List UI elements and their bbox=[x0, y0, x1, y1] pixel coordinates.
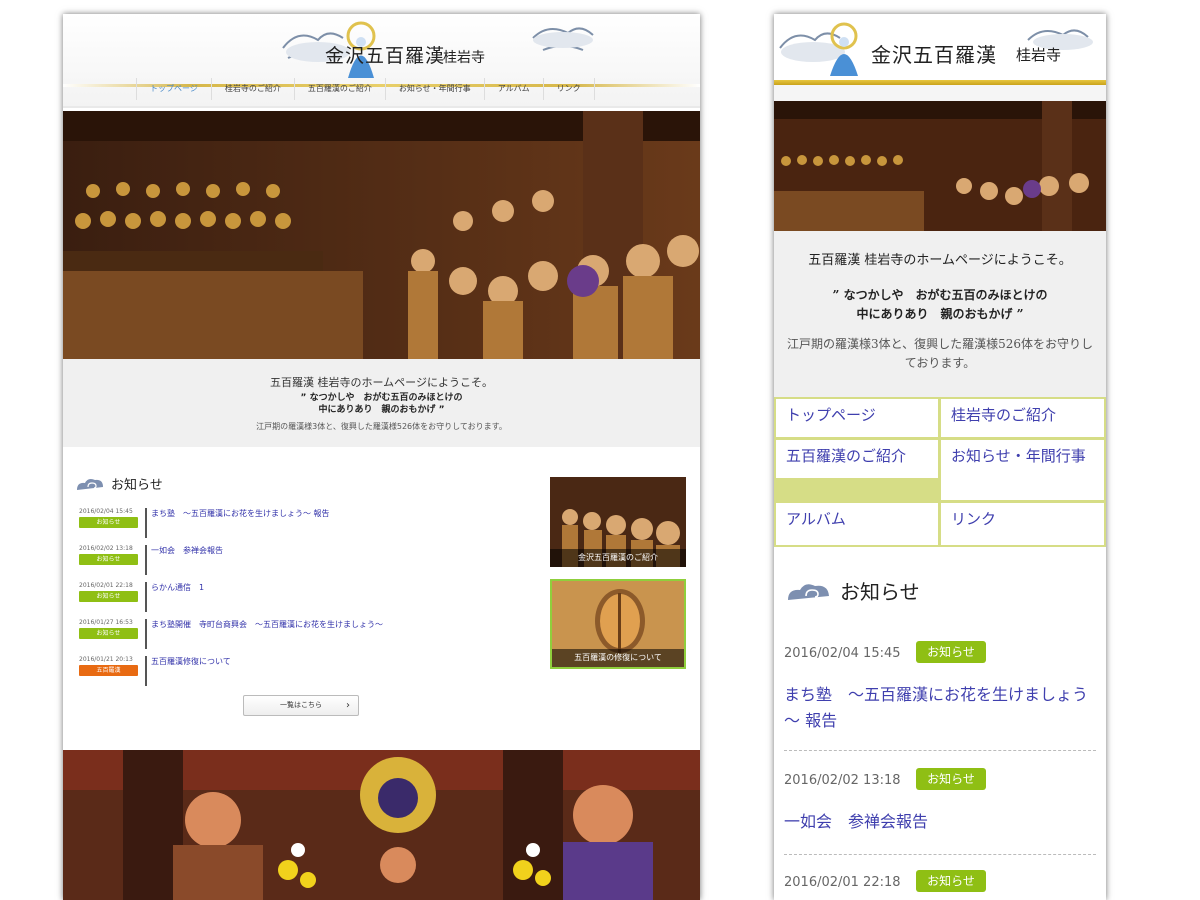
news-badge[interactable]: お知らせ bbox=[79, 517, 138, 528]
nav-temple[interactable]: 桂岩寺のご紹介 bbox=[939, 397, 1106, 439]
divider bbox=[784, 750, 1096, 751]
news-badge[interactable]: お知らせ bbox=[79, 591, 138, 602]
poem-line-2: 中にありあり 親のおもかげ ” bbox=[318, 405, 445, 415]
main-nav: トップページ 桂岩寺のご紹介 五百羅漢のご紹介 お知らせ・年間行事 アルバム リ… bbox=[136, 78, 595, 100]
nav-temple[interactable]: 桂岩寺のご紹介 bbox=[212, 78, 295, 100]
nav-links[interactable]: リンク bbox=[939, 501, 1106, 547]
nav-top[interactable]: トップページ bbox=[774, 397, 940, 439]
news-link[interactable]: 一如会 参禅会報告 bbox=[151, 545, 223, 556]
nav-links[interactable]: リンク bbox=[544, 78, 595, 100]
welcome-text: 五百羅漢 桂岩寺のホームページにようこそ。 bbox=[270, 376, 493, 389]
poem: ” なつかしや おがむ五百のみほとけの 中にありあり 親のおもかげ ” bbox=[774, 286, 1106, 324]
news-badge[interactable]: お知らせ bbox=[916, 768, 986, 790]
news-item: 2016/02/04 15:45 お知らせ まち塾 ～五百羅漢にお花を生けましょ… bbox=[784, 641, 1096, 756]
card-restoration[interactable]: 五百羅漢の修復について bbox=[550, 579, 686, 669]
news-badge[interactable]: お知らせ bbox=[79, 628, 138, 639]
site-subtitle: 桂岩寺 bbox=[1016, 46, 1062, 64]
news-link[interactable]: まち塾 ～五百羅漢にお花を生けましょう～ 報告 bbox=[784, 682, 1089, 734]
site-title: 金沢五百羅漢 bbox=[871, 43, 997, 67]
card-caption: 五百羅漢の修復について bbox=[552, 649, 684, 667]
news-date: 2016/02/02 13:18 bbox=[784, 773, 901, 788]
desktop-page: 金沢五百羅漢 桂岩寺 トップページ 桂岩寺のご紹介 五百羅漢のご紹介 お知らせ・… bbox=[63, 14, 700, 900]
news-date: 2016/02/02 13:18 bbox=[79, 545, 133, 552]
hero-image bbox=[774, 101, 1106, 231]
news-date: 2016/02/04 15:45 bbox=[784, 646, 901, 661]
news-title: お知らせ bbox=[111, 478, 163, 493]
more-button[interactable]: 一覧はこちら › bbox=[243, 695, 359, 716]
intro-section: 五百羅漢 桂岩寺のホームページにようこそ。 ” なつかしや おがむ五百のみほとけ… bbox=[63, 359, 700, 447]
news-date: 2016/02/04 15:45 bbox=[79, 508, 133, 515]
news-link[interactable]: 一如会 参禅会報告 bbox=[784, 809, 1089, 835]
site-subtitle: 桂岩寺 bbox=[443, 50, 485, 66]
news-link[interactable]: らかん通信 1 bbox=[151, 582, 204, 593]
news-date: 2016/02/01 22:18 bbox=[79, 582, 133, 589]
poem-line-1: ” なつかしや おがむ五百のみほとけの bbox=[300, 393, 463, 403]
news-item: 2016/01/21 20:13 五百羅漢 五百羅漢修復について bbox=[79, 656, 539, 693]
news-item: 2016/02/01 22:18 お知らせ らかん通信 1 bbox=[79, 582, 539, 619]
news-list: 2016/02/04 15:45 お知らせ まち塾 ～五百羅漢にお花を生けましょう… bbox=[79, 508, 539, 693]
news-badge[interactable]: 五百羅漢 bbox=[79, 665, 138, 676]
poem-line-1: ” なつかしや おがむ五百のみほとけの bbox=[832, 288, 1048, 302]
poem: ” なつかしや おがむ五百のみほとけの 中にありあり 親のおもかげ ” bbox=[63, 392, 700, 416]
news-badge[interactable]: お知らせ bbox=[79, 554, 138, 565]
cloud-icon bbox=[788, 583, 829, 600]
site-header: 金沢五百羅漢 桂岩寺 トップページ 桂岩寺のご紹介 五百羅漢のご紹介 お知らせ・… bbox=[63, 14, 700, 106]
news-heading: お知らせ bbox=[786, 576, 920, 605]
nav-top[interactable]: トップページ bbox=[136, 78, 212, 100]
divider bbox=[784, 854, 1096, 855]
intro-description: 江戸期の羅漢様3体と、復興した羅漢様526体をお守りしております。 bbox=[256, 422, 507, 431]
news-badge[interactable]: お知らせ bbox=[916, 870, 986, 892]
poem-line-2: 中にありあり 親のおもかげ ” bbox=[856, 307, 1024, 321]
card-rakan-intro[interactable]: 金沢五百羅漢のご紹介 bbox=[550, 477, 686, 567]
card-caption: 金沢五百羅漢のご紹介 bbox=[550, 549, 686, 567]
nav-rakan[interactable]: 五百羅漢のご紹介 bbox=[295, 78, 386, 100]
news-link[interactable]: まち塾 ～五百羅漢にお花を生けましょう～ 報告 bbox=[151, 508, 330, 519]
news-date: 2016/01/27 16:53 bbox=[79, 619, 133, 626]
chevron-right-icon: › bbox=[346, 700, 350, 711]
intro-description: 江戸期の羅漢様3体と、復興した羅漢様526体をお守りしております。 bbox=[786, 337, 1094, 370]
news-link[interactable]: まち塾開催 寺町台商興会 ～五百羅漢にお花を生けましょう～ bbox=[151, 619, 383, 630]
news-date: 2016/02/01 22:18 bbox=[784, 875, 901, 890]
news-item: 2016/02/02 13:18 お知らせ 一如会 参禅会報告 bbox=[79, 545, 539, 582]
welcome-text: 五百羅漢 桂岩寺のホームページにようこそ。 bbox=[808, 253, 1072, 268]
news-badge[interactable]: お知らせ bbox=[916, 641, 986, 663]
news-item: 2016/02/04 15:45 お知らせ まち塾 ～五百羅漢にお花を生けましょう… bbox=[79, 508, 539, 545]
nav-news[interactable]: お知らせ・年間行事 bbox=[939, 438, 1106, 502]
site-title: 金沢五百羅漢 bbox=[325, 45, 446, 67]
mobile-page: 金沢五百羅漢 桂岩寺 五百羅漢 桂岩寺のホームページにようこそ。 ” なつかしや… bbox=[774, 14, 1106, 900]
news-date: 2016/01/21 20:13 bbox=[79, 656, 133, 663]
nav-album[interactable]: アルバム bbox=[774, 501, 940, 547]
nav-news[interactable]: お知らせ・年間行事 bbox=[386, 78, 485, 100]
divider bbox=[63, 106, 700, 108]
spacer bbox=[774, 85, 1106, 101]
news-item: 2016/01/27 16:53 お知らせ まち塾開催 寺町台商興会 ～五百羅漢に… bbox=[79, 619, 539, 656]
hero-image bbox=[63, 111, 700, 359]
news-title: お知らせ bbox=[840, 580, 920, 604]
nav-rakan[interactable]: 五百羅漢のご紹介 bbox=[774, 438, 940, 480]
intro-section: 五百羅漢 桂岩寺のホームページにようこそ。 ” なつかしや おがむ五百のみほとけ… bbox=[774, 231, 1106, 397]
nav-album[interactable]: アルバム bbox=[485, 78, 544, 100]
cloud-icon bbox=[77, 478, 103, 490]
more-label: 一覧はこちら bbox=[280, 701, 322, 709]
mobile-nav-grid: トップページ 桂岩寺のご紹介 五百羅漢のご紹介 お知らせ・年間行事 アルバム リ… bbox=[774, 397, 1106, 547]
news-link[interactable]: 五百羅漢修復について bbox=[151, 656, 231, 667]
mobile-header: 金沢五百羅漢 桂岩寺 bbox=[774, 14, 1106, 85]
rakan-statues-image bbox=[63, 750, 700, 900]
news-item: 2016/02/02 13:18 お知らせ 一如会 参禅会報告 bbox=[784, 768, 1096, 853]
news-item: 2016/02/01 22:18 お知らせ bbox=[784, 870, 1096, 900]
news-heading: お知らせ bbox=[75, 474, 163, 493]
